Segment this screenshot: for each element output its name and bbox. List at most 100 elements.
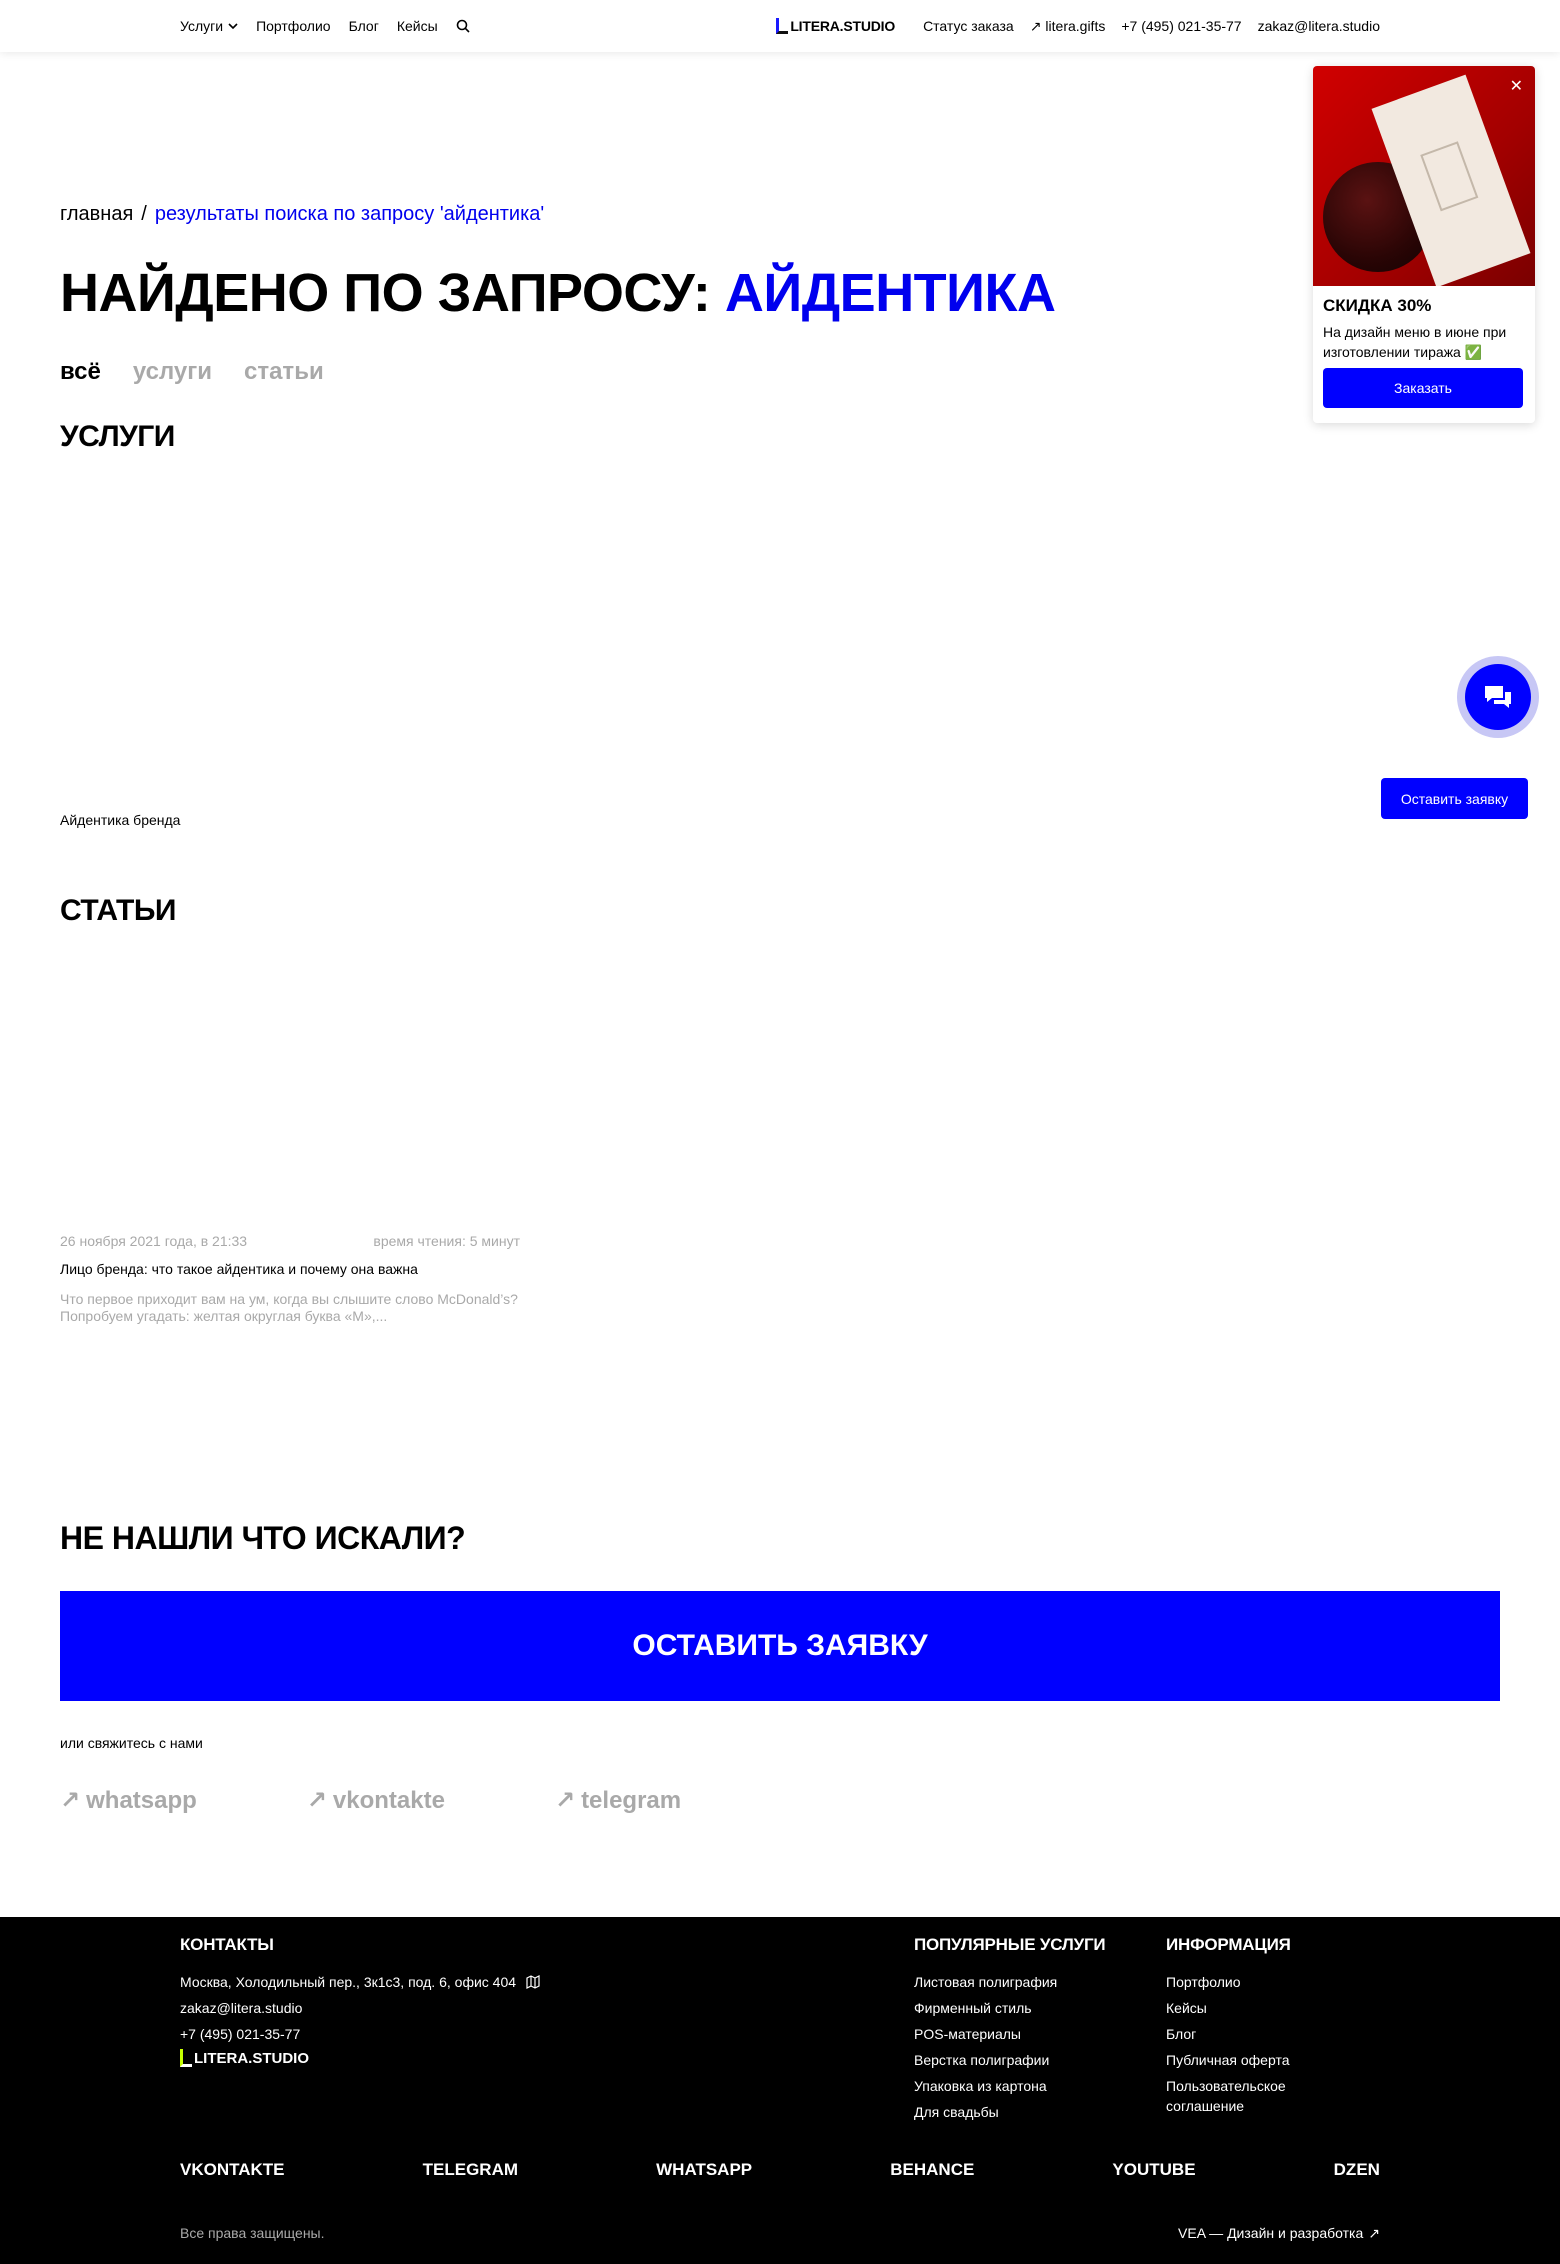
logo-text: LITERA.STUDIO: [790, 18, 896, 34]
telegram-link-label: telegram: [581, 1786, 682, 1814]
tab-services[interactable]: услуги: [133, 358, 212, 386]
footer-social-behance[interactable]: BEHANCE: [890, 2160, 974, 2180]
articles-heading: СТАТЬИ: [60, 894, 176, 927]
footer-address[interactable]: Москва, Холодильный пер., 3к1с3, под. 6,…: [180, 1969, 540, 1995]
promo-title: СКИДКА 30%: [1323, 296, 1432, 315]
order-status-link[interactable]: Статус заказа: [923, 18, 1014, 34]
article-title[interactable]: Лицо бренда: что такое айдентика и почем…: [60, 1261, 520, 1277]
promo-text: На дизайн меню в июне при изготовлении т…: [1323, 324, 1507, 360]
nav-item-portfolio[interactable]: Портфолио: [256, 18, 331, 34]
footer-services-heading: ПОПУЛЯРНЫЕ УСЛУГИ: [914, 1935, 1106, 1954]
vkontakte-link[interactable]: ↗ vkontakte: [307, 1786, 445, 1815]
footer-email[interactable]: zakaz@litera.studio: [180, 1995, 540, 2021]
search-button[interactable]: [456, 19, 470, 33]
search-icon: [456, 19, 470, 33]
vkontakte-link-label: vkontakte: [332, 1786, 445, 1814]
result-tabs: всё услуги статьи: [60, 358, 324, 386]
tab-articles[interactable]: статьи: [244, 358, 324, 386]
leave-request-button[interactable]: ОСТАВИТЬ ЗАЯВКУ: [60, 1591, 1500, 1701]
chat-icon: [1485, 686, 1511, 708]
promo-order-button[interactable]: Заказать: [1323, 368, 1523, 408]
footer-bottom: Все права защищены. VEA — Дизайн и разра…: [180, 2225, 1380, 2242]
footer-service-link[interactable]: Фирменный стиль: [914, 1995, 1105, 2021]
breadcrumb-home[interactable]: главная: [60, 203, 133, 226]
footer-phone[interactable]: +7 (495) 021-35-77: [180, 2021, 540, 2047]
chevron-down-icon: [228, 23, 238, 30]
floating-request-button[interactable]: Оставить заявку: [1381, 778, 1528, 819]
page-title: НАЙДЕНО ПО ЗАПРОСУ: АЙДЕНТИКА: [60, 262, 1056, 324]
breadcrumb-current: результаты поиска по запросу 'айдентика': [154, 203, 545, 225]
article-excerpt: Что первое приходит вам на ум, когда вы …: [60, 1291, 518, 1324]
header-right: LITERA.STUDIO Статус заказа ↗ litera.gif…: [776, 0, 1380, 52]
footer-socials: VKONTAKTE TELEGRAM WHATSAPP BEHANCE YOUT…: [180, 2160, 1380, 2180]
breadcrumb: главная / результаты поиска по запросу '…: [60, 203, 544, 226]
footer-service-link[interactable]: POS-материалы: [914, 2021, 1105, 2047]
tab-all[interactable]: всё: [60, 358, 101, 386]
contact-note: или свяжитесь с нами: [60, 1735, 203, 1751]
article-card[interactable]: 26 ноября 2021 года, в 21:33 время чтени…: [60, 1233, 520, 1325]
footer-rights: Все права защищены.: [180, 2225, 325, 2241]
footer-social-youtube[interactable]: YOUTUBE: [1112, 2160, 1195, 2180]
header-email[interactable]: zakaz@litera.studio: [1258, 18, 1380, 34]
chat-button-inner: [1465, 664, 1531, 730]
nav-item-services[interactable]: Услуги: [180, 18, 238, 34]
promo-popup: ✕ СКИДКА 30% На дизайн меню в июне при и…: [1313, 66, 1535, 423]
cta-heading: НЕ НАШЛИ ЧТО ИСКАЛИ?: [60, 1520, 466, 1556]
main-nav: Услуги Портфолио Блог Кейсы: [180, 0, 470, 52]
article-date: 26 ноября 2021 года, в 21:33: [60, 1233, 248, 1249]
footer-social-dzen[interactable]: DZEN: [1334, 2160, 1380, 2180]
logo[interactable]: LITERA.STUDIO: [776, 18, 895, 34]
article-read-time: время чтения: 5 минут: [373, 1233, 520, 1249]
footer-logo-text: LITERA.STUDIO: [194, 2049, 309, 2067]
telegram-link[interactable]: ↗ telegram: [555, 1786, 681, 1815]
arrow-up-right-icon: ↗: [554, 1787, 576, 1814]
footer-contacts-heading: КОНТАКТЫ: [180, 1935, 274, 1954]
whatsapp-link[interactable]: ↗ whatsapp: [60, 1786, 197, 1815]
footer-info-link[interactable]: Пользовательское соглашение: [1166, 2076, 1316, 2116]
arrow-up-right-icon: ↗: [1368, 2225, 1380, 2241]
footer-social-vkontakte[interactable]: VKONTAKTE: [180, 2160, 285, 2180]
article-meta: 26 ноября 2021 года, в 21:33 время чтени…: [60, 1233, 520, 1249]
footer-info: ИНФОРМАЦИЯ Портфолио Кейсы Блог Публична…: [1166, 1935, 1316, 2116]
nav-item-label: Портфолио: [256, 18, 331, 34]
nav-item-cases[interactable]: Кейсы: [397, 18, 438, 34]
footer-social-whatsapp[interactable]: WHATSAPP: [656, 2160, 752, 2180]
page-title-query: АЙДЕНТИКА: [724, 263, 1056, 323]
promo-image: ✕: [1313, 66, 1535, 286]
footer-info-link[interactable]: Кейсы: [1166, 1995, 1316, 2021]
footer-services: ПОПУЛЯРНЫЕ УСЛУГИ Листовая полиграфия Фи…: [914, 1935, 1106, 2125]
arrow-up-right-icon: ↗: [60, 1787, 81, 1814]
page-title-prefix: НАЙДЕНО ПО ЗАПРОСУ:: [60, 263, 711, 323]
gifts-link[interactable]: ↗ litera.gifts: [1030, 18, 1106, 35]
promo-body: СКИДКА 30% На дизайн меню в июне при изг…: [1313, 286, 1535, 408]
footer-info-link[interactable]: Публичная оферта: [1166, 2047, 1316, 2073]
nav-item-label: Кейсы: [396, 18, 438, 34]
service-card-title[interactable]: Айдентика бренда: [60, 812, 180, 828]
promo-image-card-label: [1420, 141, 1479, 212]
footer-service-link[interactable]: Листовая полиграфия: [914, 1969, 1105, 1995]
developer-link[interactable]: VEA — Дизайн и разработка ↗: [1178, 2225, 1380, 2242]
footer-info-link[interactable]: Портфолио: [1166, 1969, 1316, 1995]
chat-button[interactable]: [1457, 656, 1539, 738]
gifts-link-label: litera.gifts: [1045, 18, 1106, 34]
services-heading: УСЛУГИ: [60, 420, 175, 453]
footer-service-link[interactable]: Верстка полиграфии: [914, 2047, 1105, 2073]
header-phone[interactable]: +7 (495) 021-35-77: [1121, 18, 1241, 34]
footer-info-link[interactable]: Блог: [1166, 2021, 1316, 2047]
footer-service-link[interactable]: Для свадьбы: [914, 2099, 1105, 2125]
contact-links: ↗ whatsapp ↗ vkontakte ↗ telegram: [60, 1786, 681, 1815]
nav-item-blog[interactable]: Блог: [349, 18, 379, 34]
footer-social-telegram[interactable]: TELEGRAM: [423, 2160, 518, 2180]
arrow-up-right-icon: ↗: [1029, 17, 1042, 34]
site-header: Услуги Портфолио Блог Кейсы LITERA.STUDI…: [0, 0, 1560, 52]
footer-service-link[interactable]: Упаковка из картона: [914, 2073, 1105, 2099]
developer-link-label: VEA — Дизайн и разработка: [1178, 2225, 1364, 2241]
close-icon[interactable]: ✕: [1510, 76, 1523, 96]
nav-item-label: Услуги: [180, 18, 224, 34]
footer-logo[interactable]: LITERA.STUDIO: [180, 2049, 540, 2067]
footer-info-heading: ИНФОРМАЦИЯ: [1166, 1935, 1291, 1954]
footer-contacts: КОНТАКТЫ Москва, Холодильный пер., 3к1с3…: [180, 1935, 540, 2067]
map-icon: [526, 1975, 540, 1989]
arrow-up-right-icon: ↗: [306, 1787, 327, 1814]
footer-address-text: Москва, Холодильный пер., 3к1с3, под. 6,…: [180, 1974, 517, 1990]
